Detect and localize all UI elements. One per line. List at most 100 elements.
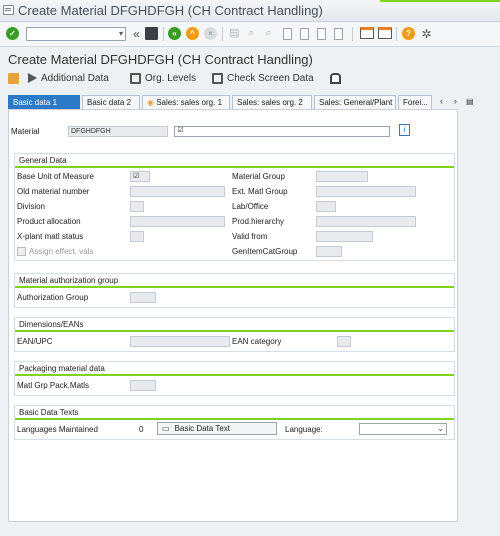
cancel-icon[interactable]: × <box>204 27 217 40</box>
lab-office-field[interactable] <box>316 201 336 212</box>
new-session-icon[interactable] <box>360 27 374 39</box>
check-screen-data-button[interactable]: Check Screen Data <box>212 71 314 85</box>
prod-hierarchy-field[interactable] <box>316 216 416 227</box>
group-title: Material authorization group <box>19 276 119 285</box>
save-icon[interactable] <box>145 27 158 40</box>
lock-icon <box>330 72 341 84</box>
group-divider <box>15 418 454 420</box>
menu-icon[interactable] <box>3 5 14 15</box>
dimensions-eans-section: Dimensions/EANs EAN/UPC EAN category <box>14 317 455 352</box>
material-description-field[interactable]: ☑ <box>174 126 390 137</box>
tab-sales-org-2[interactable]: Sales: sales org. 2 <box>232 95 312 109</box>
authorization-group-section: Material authorization group Authorizati… <box>14 273 455 308</box>
tab-strip: Basic data 1 Basic data 2 ◉ Sales: sales… <box>8 95 498 109</box>
xplant-status-field[interactable] <box>130 231 144 242</box>
tab-basic-data-1[interactable]: Basic data 1 <box>8 95 80 109</box>
find-icon[interactable]: ⌕ <box>245 27 258 40</box>
print-icon[interactable]: ▤ <box>228 27 241 40</box>
tab-label: Sales: General/Plant <box>319 98 393 107</box>
product-allocation-field[interactable] <box>130 216 225 227</box>
first-page-icon[interactable] <box>283 28 292 40</box>
group-title: General Data <box>19 156 67 165</box>
ext-matl-group-field[interactable] <box>316 186 416 197</box>
document-icon <box>8 72 19 84</box>
material-number-field: DFGHDFGH <box>68 126 168 137</box>
next-page-icon[interactable] <box>317 28 326 40</box>
toolbar-separator <box>163 27 164 41</box>
additional-data-label: Additional Data <box>41 72 109 84</box>
window-title-bar: Create Material DFGHDFGH (CH Contract Ha… <box>0 0 500 22</box>
check-icon: ☑ <box>176 127 185 136</box>
group-divider <box>15 286 454 288</box>
product-allocation-label: Product allocation <box>17 217 81 226</box>
tab-foreign-trade[interactable]: Forei... <box>398 95 432 109</box>
chevron-left-icon[interactable]: ‹ <box>440 96 443 106</box>
material-group-field[interactable] <box>316 171 368 182</box>
language-select[interactable]: ⌄ <box>359 423 447 435</box>
additional-data-button[interactable]: Additional Data <box>28 71 109 85</box>
create-icon-button[interactable] <box>8 71 23 85</box>
xplant-status-label: X-plant matl status <box>17 232 84 241</box>
authorization-group-label: Authorization Group <box>17 293 89 302</box>
valid-from-label: Valid from <box>232 232 268 241</box>
text-editor-icon: ▭ <box>162 424 170 433</box>
old-material-number-label: Old material number <box>17 187 90 196</box>
gen-item-cat-group-label: GenItemCatGroup <box>232 247 298 256</box>
language-label: Language: <box>285 425 323 434</box>
matl-grp-pack-field[interactable] <box>130 380 156 391</box>
group-title: Packaging material data <box>19 364 105 373</box>
org-levels-button[interactable]: Org. Levels <box>130 71 196 85</box>
base-uom-field[interactable]: ☑ <box>130 171 150 182</box>
tab-sales-general-plant[interactable]: Sales: General/Plant <box>314 95 396 109</box>
basic-data-text-label: Basic Data Text <box>174 424 230 433</box>
system-toolbar: ✓ ▾ « « ^ × ▤ ⌕ ⌕ ? ✲ <box>0 22 500 47</box>
exit-icon[interactable]: ^ <box>186 27 199 40</box>
tab-sales-org-1[interactable]: ◉ Sales: sales org. 1 <box>142 95 230 109</box>
ean-upc-field[interactable] <box>130 336 230 347</box>
general-data-group: General Data Base Unit of Measure ☑ Old … <box>14 153 455 261</box>
info-icon[interactable]: i <box>399 124 410 136</box>
material-group-label: Material Group <box>232 172 285 181</box>
last-page-icon[interactable] <box>334 28 343 40</box>
tab-label: Basic data 2 <box>87 98 132 107</box>
tab-list-icon[interactable]: ▤ <box>466 97 474 106</box>
application-toolbar: Additional Data Org. Levels Check Screen… <box>0 68 500 88</box>
chevron-down-icon[interactable]: ⌄ <box>437 424 444 433</box>
division-field[interactable] <box>130 201 144 212</box>
assign-effect-vals-checkbox[interactable] <box>17 247 26 256</box>
previous-page-icon[interactable] <box>300 28 309 40</box>
ean-upc-label: EAN/UPC <box>17 337 53 346</box>
help-icon[interactable]: ? <box>402 27 415 40</box>
basic-data-text-button[interactable]: ▭ Basic Data Text <box>157 422 277 435</box>
warning-icon: ◉ <box>147 98 157 107</box>
old-material-number-field[interactable] <box>130 186 225 197</box>
base-uom-label: Base Unit of Measure <box>17 172 94 181</box>
valid-from-field[interactable] <box>316 231 373 242</box>
org-levels-label: Org. Levels <box>145 72 197 84</box>
chevron-right-icon[interactable]: › <box>454 96 457 106</box>
gear-icon[interactable]: ✲ <box>420 27 433 40</box>
command-field[interactable]: ▾ <box>26 27 126 41</box>
toolbar-separator <box>352 27 353 41</box>
check-icon: ☑ <box>133 173 140 180</box>
group-divider <box>15 330 454 332</box>
group-title: Dimensions/EANs <box>19 320 84 329</box>
group-divider <box>15 166 454 168</box>
enter-icon[interactable]: ✓ <box>6 27 19 40</box>
tab-label: Basic data 1 <box>13 98 58 107</box>
tab-label: Sales: sales org. 1 <box>156 98 223 107</box>
shortcut-icon[interactable] <box>378 27 392 39</box>
toolbar-separator <box>396 27 397 41</box>
tab-basic-data-2[interactable]: Basic data 2 <box>82 95 140 109</box>
chevron-down-icon[interactable]: ▾ <box>119 29 123 38</box>
gen-item-cat-group-field[interactable] <box>316 246 342 257</box>
window-title: Create Material DFGHDFGH (CH Contract Ha… <box>18 3 323 18</box>
collapse-left-icon[interactable]: « <box>130 27 143 40</box>
prod-hierarchy-label: Prod.hierarchy <box>232 217 285 226</box>
check-screen-data-label: Check Screen Data <box>227 72 314 84</box>
lock-button[interactable] <box>330 71 345 85</box>
ean-category-field[interactable] <box>337 336 351 347</box>
find-next-icon[interactable]: ⌕ <box>262 27 275 40</box>
back-icon[interactable]: « <box>168 27 181 40</box>
authorization-group-field[interactable] <box>130 292 156 303</box>
